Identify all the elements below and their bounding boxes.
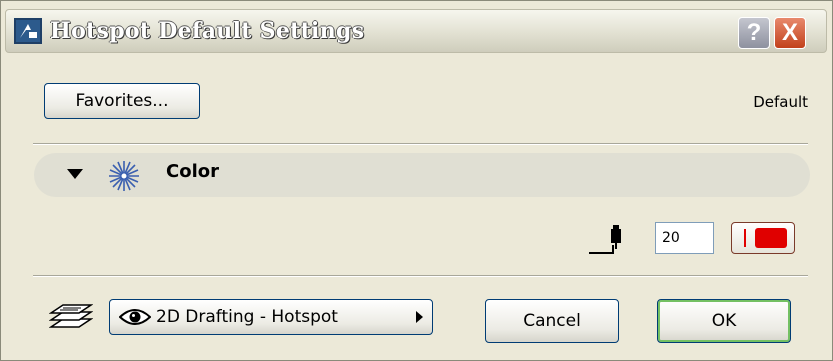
ok-button[interactable]: OK [657, 299, 791, 343]
pen-icon [589, 225, 621, 254]
submenu-arrow-icon [416, 311, 423, 323]
separator [33, 143, 808, 145]
expand-triangle-icon[interactable] [67, 169, 83, 179]
hotspot-star-icon [109, 161, 139, 191]
cancel-button[interactable]: Cancel [485, 299, 619, 343]
pen-color-button[interactable] [731, 222, 795, 254]
layers-icon [49, 304, 93, 328]
pen-number-field[interactable]: 20 [655, 222, 714, 254]
eye-icon [119, 309, 151, 325]
color-panel-title: Color [166, 161, 219, 182]
layer-label: 2D Drafting - Hotspot [156, 307, 338, 327]
separator [33, 275, 808, 277]
color-panel-header[interactable] [34, 153, 810, 197]
default-status-label: Default [753, 93, 808, 111]
title-bar[interactable]: Hotspot Default Settings ? X [5, 9, 827, 53]
close-button[interactable]: X [774, 17, 806, 49]
color-swatch [755, 228, 787, 248]
app-icon [14, 18, 42, 44]
help-button[interactable]: ? [738, 17, 770, 49]
color-bar-icon [744, 229, 746, 247]
layer-selector-button[interactable]: 2D Drafting - Hotspot [109, 299, 433, 335]
dialog-window: Hotspot Default Settings ? X Favorites..… [0, 0, 833, 361]
favorites-button[interactable]: Favorites... [44, 83, 200, 119]
window-title: Hotspot Default Settings [50, 18, 365, 44]
